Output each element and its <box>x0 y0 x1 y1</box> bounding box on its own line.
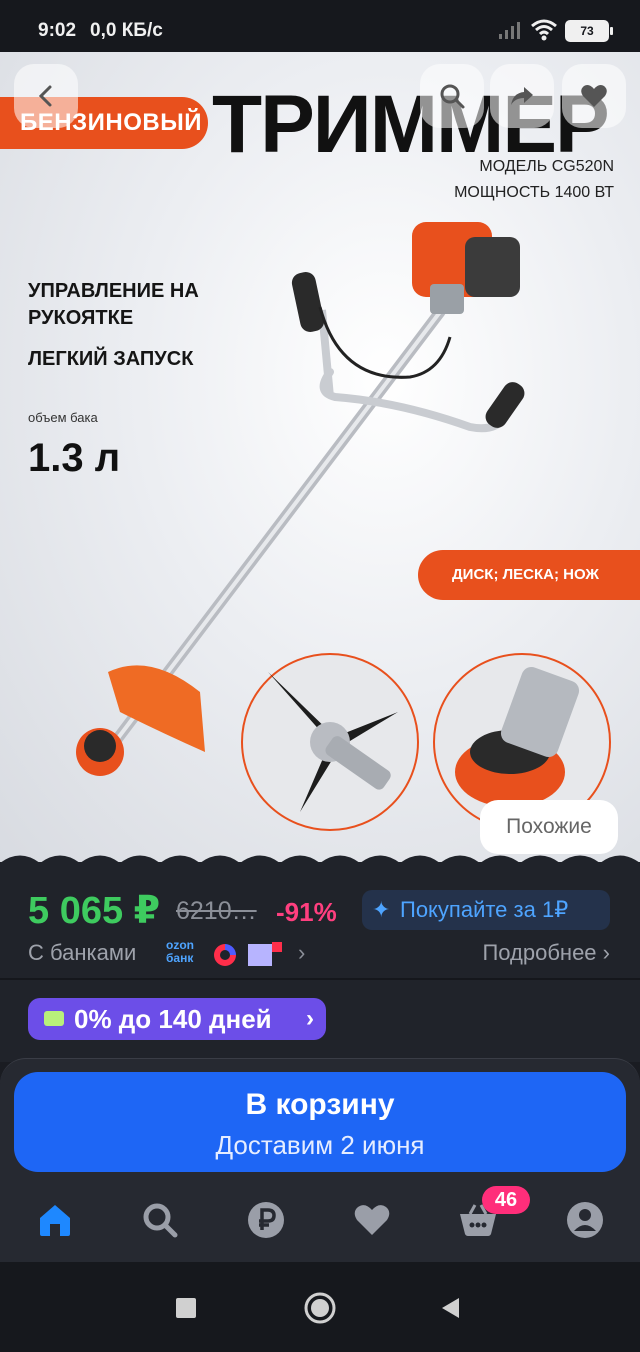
search-icon <box>440 84 465 109</box>
tank-label: объем бака <box>28 410 98 425</box>
power-spec: МОЩНОСТЬ 1400 ВТ <box>454 184 614 201</box>
home-icon <box>40 1205 70 1236</box>
more-link[interactable]: Подробнее › <box>482 940 610 966</box>
feature-handle-control: УПРАВЛЕНИЕ НА РУКОЯТКЕ <box>28 280 199 329</box>
battery-icon: 73 <box>565 20 613 42</box>
triangle-back-icon <box>442 1298 459 1318</box>
product-image[interactable]: БЕНЗИНОВЫЙ ТРИММЕР МОДЕЛЬ CG520N МОЩНОСТ… <box>0 52 640 862</box>
feature-easy-start: ЛЕГКИЙ ЗАПУСК <box>28 348 194 370</box>
system-nav-bar <box>0 1262 640 1352</box>
heart-icon <box>581 85 607 107</box>
promo-chip[interactable]: ✦ Покупайте за 1₽ <box>362 890 610 930</box>
heart-icon <box>354 1205 390 1235</box>
share-button[interactable] <box>490 64 554 128</box>
banks-label[interactable]: С банками <box>28 940 136 966</box>
back-nav-button[interactable] <box>428 1286 472 1330</box>
installment-label: 0% до 140 дней <box>74 1004 272 1034</box>
more-label: Подробнее <box>482 940 597 965</box>
battery-level: 73 <box>567 22 607 40</box>
status-time: 9:02 <box>38 20 77 41</box>
bank-card-icon <box>248 942 282 966</box>
recents-button[interactable] <box>164 1286 208 1330</box>
bank-logo-icon <box>214 944 236 966</box>
network-speed: 0,0 КБ/с <box>90 20 163 41</box>
attachments-pill: ДИСК; ЛЕСКА; НОЖ <box>418 550 640 600</box>
similar-button[interactable]: Похожие <box>480 800 618 854</box>
favorite-button[interactable] <box>562 64 626 128</box>
search-icon <box>143 1203 178 1238</box>
promo-label: Покупайте за 1₽ <box>400 897 569 922</box>
circle-icon <box>304 1292 336 1324</box>
installment-button[interactable]: 0% до 140 дней › <box>28 998 326 1040</box>
divider <box>0 978 640 980</box>
tab-profile[interactable] <box>555 1190 615 1250</box>
wifi-icon <box>531 19 557 41</box>
cart-button-title: В корзину <box>245 1088 395 1121</box>
chevron-right-icon: › <box>306 1005 314 1032</box>
cart-count-badge: 46 <box>482 1186 530 1214</box>
back-icon <box>38 85 52 107</box>
tab-favorites[interactable] <box>342 1190 402 1250</box>
ruble-icon <box>248 1202 284 1238</box>
chevron-right-icon: › <box>298 940 306 965</box>
tab-search[interactable] <box>130 1190 190 1250</box>
current-price: 5 065 ₽ <box>28 890 161 932</box>
tab-finance[interactable] <box>236 1190 296 1250</box>
share-icon <box>511 87 533 105</box>
status-bar: 9:02 0,0 КБ/с 73 <box>0 0 640 52</box>
tank-value: 1.3 л <box>28 436 121 480</box>
ozon-bank-logo: ozon банк <box>166 938 194 965</box>
bottom-tab-bar <box>0 1190 640 1260</box>
back-button[interactable] <box>14 64 78 128</box>
discount-badge: -91% <box>276 897 337 927</box>
square-icon <box>176 1298 196 1318</box>
home-nav-button[interactable] <box>298 1286 342 1330</box>
delivery-date: Доставим 2 июня <box>215 1130 425 1160</box>
add-to-cart-button[interactable]: В корзину Доставим 2 июня <box>14 1072 626 1172</box>
card-icon <box>44 1011 64 1026</box>
profile-icon <box>567 1202 603 1238</box>
old-price: 6210… <box>176 897 257 925</box>
model-spec: МОДЕЛЬ CG520N <box>479 158 614 175</box>
tab-home[interactable] <box>25 1190 85 1250</box>
sparkle-icon: ✦ <box>372 897 391 922</box>
signal-icon <box>499 22 520 39</box>
search-button[interactable] <box>420 64 484 128</box>
